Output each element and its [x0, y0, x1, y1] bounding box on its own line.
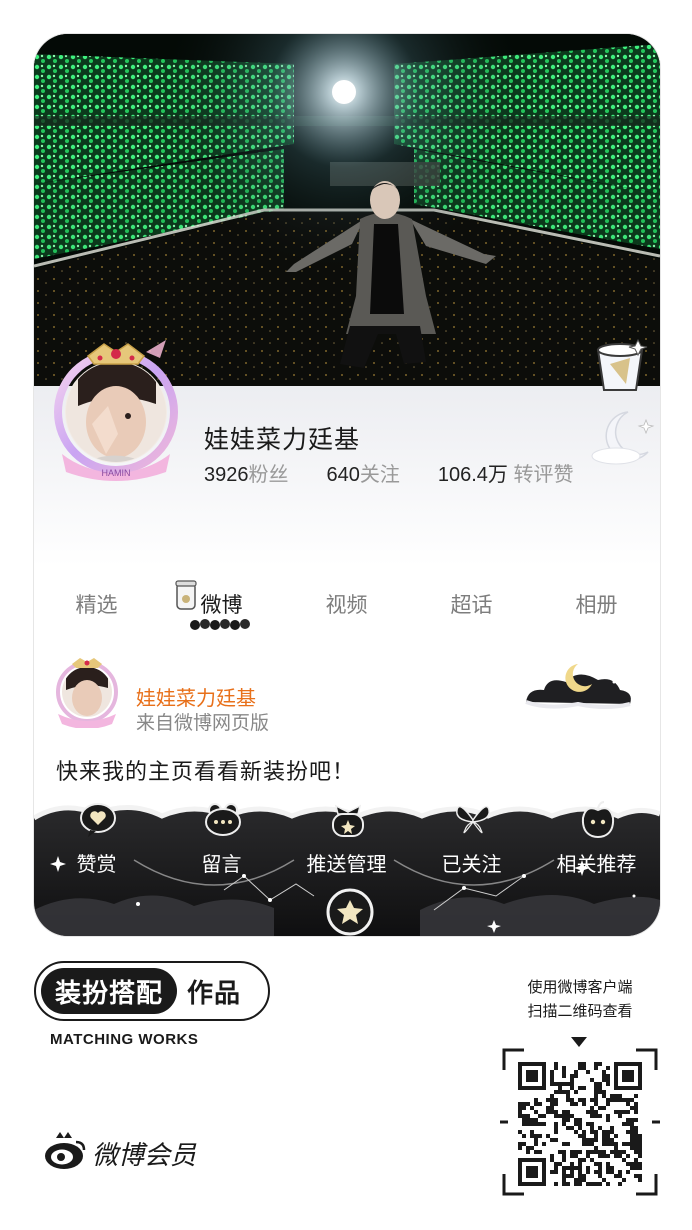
reward-button[interactable]: 赞赏 [34, 800, 159, 936]
profile-card: HAMIN 娃娃菜力廷基 3926粉丝 640关注 106.4万 转评赞 精选 [34, 34, 660, 936]
weibo-eye-icon [42, 1130, 88, 1177]
brand-pill: 装扮搭配 [41, 968, 178, 1014]
qr-hint: 使用微博客户端 扫描二维码查看 [500, 976, 660, 1024]
tab-underline-deco [190, 619, 250, 630]
brand-subtitle: MATCHING WORKS [50, 1031, 199, 1048]
recommend-button[interactable]: 相关推荐 [534, 800, 659, 936]
action-buttons: 赞赏 留言 推送管理 已关注 相关推荐 [34, 800, 660, 936]
avatar-caption: HAMIN [102, 468, 131, 478]
cloud-moon-icon [518, 654, 636, 719]
tab-weibo[interactable]: 微博 [159, 580, 284, 630]
matching-works-badge: 装扮搭配 作品 [34, 961, 270, 1021]
apple-bubble-icon [578, 800, 618, 845]
tab-album[interactable]: 相册 [534, 589, 659, 629]
stat-likes[interactable]: 106.4万 转评赞 [438, 458, 574, 487]
comment-button[interactable]: 留言 [159, 800, 284, 936]
profile-tabs: 精选 微博 视频 超话 相册 [34, 580, 660, 630]
vip-label: 微博会员 [92, 1140, 197, 1170]
moon-icon [590, 406, 656, 471]
post-body: 快来我的主页看看新装扮吧！ [56, 759, 356, 784]
jar-icon [171, 579, 201, 619]
weibo-vip-logo: 微博会员 [42, 1130, 196, 1177]
post-source: 来自微博网页版 [136, 713, 270, 734]
followed-button[interactable]: 已关注 [409, 800, 534, 936]
action-bar: 赞赏 留言 推送管理 已关注 相关推荐 [34, 800, 660, 936]
post-author[interactable]: 娃娃菜力廷基 [136, 682, 256, 711]
qr-code[interactable] [496, 1046, 664, 1198]
post-avatar[interactable] [54, 654, 120, 729]
qr-hint-line-2: 扫描二维码查看 [527, 1003, 633, 1020]
glass-cup-icon [584, 334, 656, 403]
frog-bubble-icon [203, 800, 243, 845]
heart-bubble-icon [78, 800, 118, 845]
push-manage-button[interactable]: 推送管理 [284, 800, 409, 936]
bow-bubble-icon [328, 800, 368, 845]
stat-following[interactable]: 640关注 [327, 458, 400, 487]
brand-suffix: 作品 [187, 977, 242, 1008]
avatar[interactable]: HAMIN [52, 334, 184, 482]
tab-video[interactable]: 视频 [284, 589, 409, 629]
tab-featured[interactable]: 精选 [34, 589, 159, 629]
qr-hint-line-1: 使用微博客户端 [527, 979, 633, 996]
stat-fans[interactable]: 3926粉丝 [204, 458, 289, 487]
tab-super-topic[interactable]: 超话 [409, 589, 534, 629]
butterfly-icon [453, 800, 493, 845]
profile-stats: 3926粉丝 640关注 106.4万 转评赞 [204, 458, 612, 487]
profile-username: 娃娃菜力廷基 [204, 426, 361, 454]
